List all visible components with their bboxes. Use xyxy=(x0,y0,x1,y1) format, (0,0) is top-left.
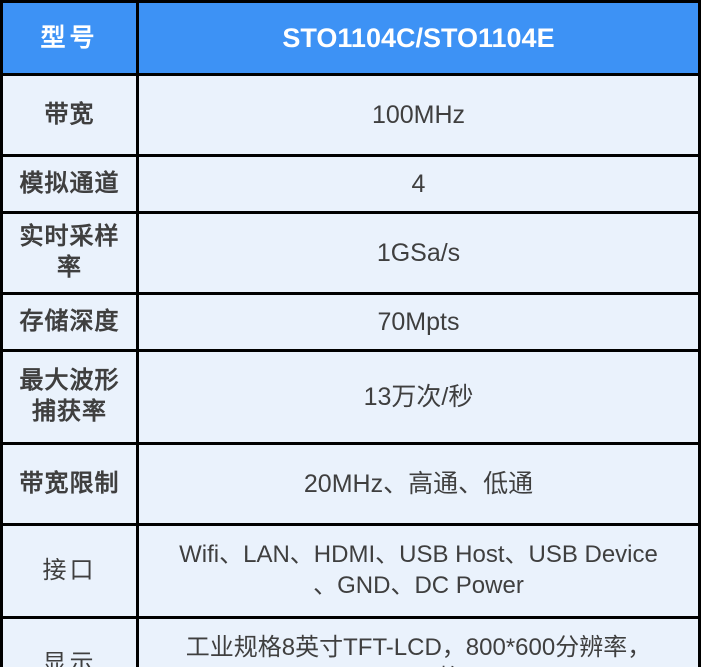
row-label-sample-rate-line2: 率 xyxy=(57,254,82,281)
row-value-display-line1: 工业规格8英寸TFT-LCD，800*600分辨率， xyxy=(185,634,652,662)
row-value-waveform-capture-rate: 13万次/秒 xyxy=(136,349,701,445)
table-row: 接口 Wifi、LAN、HDMI、USB Host、USB Device 、GN… xyxy=(0,523,701,619)
row-label-interfaces: 接口 xyxy=(0,523,139,619)
row-label-waveform-capture-rate-line1: 最大波形 xyxy=(19,367,120,395)
header-value-model: STO1104C/STO1104E xyxy=(136,0,701,76)
row-label-waveform-capture-rate-line2: 捕获率 xyxy=(32,398,107,425)
table-row: 存储深度 70Mpts xyxy=(0,292,701,352)
table-row: 最大波形 捕获率 13万次/秒 xyxy=(0,349,701,445)
header-label-model: 型号 xyxy=(0,0,139,76)
specifications-table: 型号 STO1104C/STO1104E 带宽 100MHz 模拟通道 4 实时… xyxy=(0,0,701,667)
row-label-display: 显示 xyxy=(0,616,139,667)
row-label-memory-depth: 存储深度 xyxy=(0,292,139,352)
table-row: 显示 工业规格8英寸TFT-LCD，800*600分辨率， 14*10格 xyxy=(0,616,701,667)
row-label-analog-channels: 模拟通道 xyxy=(0,154,139,214)
row-value-sample-rate: 1GSa/s xyxy=(136,211,701,295)
row-value-interfaces-line2: 、GND、DC Power xyxy=(313,572,524,599)
table-header-row: 型号 STO1104C/STO1104E xyxy=(0,0,701,76)
table-row: 带宽限制 20MHz、高通、低通 xyxy=(0,442,701,526)
row-value-bandwidth: 100MHz xyxy=(136,73,701,157)
row-label-sample-rate-line1: 实时采样 xyxy=(19,223,120,251)
table-row: 实时采样 率 1GSa/s xyxy=(0,211,701,295)
row-value-interfaces-line1: Wifi、LAN、HDMI、USB Host、USB Device xyxy=(179,541,658,569)
row-value-memory-depth: 70Mpts xyxy=(136,292,701,352)
row-value-display: 工业规格8英寸TFT-LCD，800*600分辨率， 14*10格 xyxy=(136,616,701,667)
row-value-analog-channels: 4 xyxy=(136,154,701,214)
row-label-sample-rate: 实时采样 率 xyxy=(0,211,139,295)
table-row: 带宽 100MHz xyxy=(0,73,701,157)
row-label-bandwidth: 带宽 xyxy=(0,73,139,157)
row-value-bandwidth-limit: 20MHz、高通、低通 xyxy=(136,442,701,526)
row-label-waveform-capture-rate: 最大波形 捕获率 xyxy=(0,349,139,445)
table-row: 模拟通道 4 xyxy=(0,154,701,214)
row-label-bandwidth-limit: 带宽限制 xyxy=(0,442,139,526)
row-value-interfaces: Wifi、LAN、HDMI、USB Host、USB Device 、GND、D… xyxy=(136,523,701,619)
